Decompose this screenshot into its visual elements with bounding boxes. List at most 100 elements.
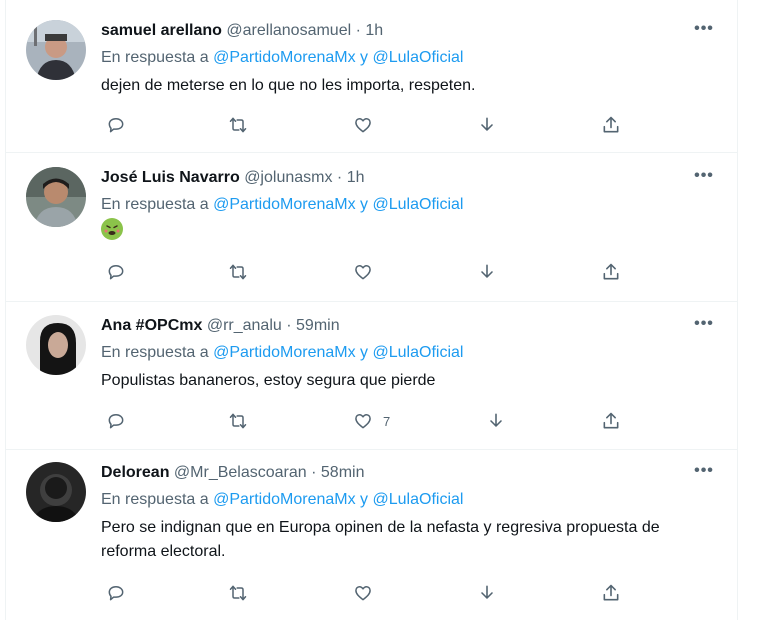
reply-button[interactable] [106, 260, 126, 284]
timestamp[interactable]: 58min [321, 464, 365, 481]
mention-link[interactable]: @PartidoMorenaMx [213, 344, 356, 361]
like-icon [355, 265, 371, 280]
share-icon [603, 584, 619, 601]
mention-link[interactable]: @PartidoMorenaMx [213, 491, 356, 508]
download-icon [481, 117, 493, 131]
tweet-text: dejen de meterse en lo que no les import… [101, 77, 476, 94]
share-button[interactable] [601, 260, 621, 284]
reply-button[interactable] [106, 581, 126, 605]
mention-link[interactable]: @PartidoMorenaMx [213, 196, 356, 213]
separator-dot: · [336, 169, 343, 186]
tweet-card[interactable]: José Luis Navarro @jolunasmx · 1h ••• En… [6, 152, 737, 302]
retweet-button[interactable] [228, 260, 248, 284]
timestamp[interactable]: 1h [365, 22, 383, 39]
mention-link[interactable]: @PartidoMorenaMx [213, 49, 356, 66]
retweet-button[interactable] [228, 581, 248, 605]
reply-icon [108, 414, 124, 429]
more-icon[interactable]: ••• [691, 460, 717, 482]
mention-link[interactable]: @LulaOficial [373, 491, 464, 508]
retweet-button[interactable] [228, 409, 248, 433]
retweet-icon [229, 264, 247, 280]
replying-to: En respuesta a @PartidoMorenaMx y @LulaO… [101, 194, 723, 216]
action-bar [101, 113, 621, 137]
avatar[interactable] [26, 315, 86, 375]
mention-link[interactable]: @LulaOficial [373, 49, 464, 66]
share-button[interactable] [601, 581, 621, 605]
timestamp[interactable]: 1h [347, 169, 365, 186]
reply-icon [108, 586, 124, 601]
replying-to-label: En respuesta a [101, 196, 209, 213]
mention-joiner: y [360, 49, 369, 66]
like-button[interactable]: 7 [353, 409, 390, 433]
retweet-icon [229, 585, 247, 601]
timestamp[interactable]: 59min [296, 317, 340, 334]
author-handle[interactable]: @arellanosamuel [226, 22, 351, 39]
replying-to-label: En respuesta a [101, 344, 209, 361]
avatar[interactable] [26, 167, 86, 227]
download-icon [490, 413, 502, 427]
tweet-header: samuel arellano @arellanosamuel · 1h ••• [101, 20, 723, 42]
reply-icon [108, 118, 124, 133]
reply-button[interactable] [106, 113, 126, 137]
share-icon [603, 116, 619, 133]
action-bar [101, 260, 621, 284]
nauseated-face-emoji [101, 218, 123, 240]
mention-link[interactable]: @LulaOficial [373, 196, 464, 213]
tweet-text: Pero se indignan que en Europa opinen de… [101, 519, 660, 560]
author-handle[interactable]: @jolunasmx [244, 169, 332, 186]
replying-to: En respuesta a @PartidoMorenaMx y @LulaO… [101, 342, 723, 364]
author-handle[interactable]: @rr_analu [207, 317, 282, 334]
tweet-header: Ana #OPCmx @rr_analu · 59min ••• [101, 315, 723, 337]
author-name[interactable]: José Luis Navarro [101, 169, 240, 186]
download-button[interactable] [477, 581, 497, 605]
more-icon[interactable]: ••• [691, 165, 717, 187]
reply-icon [108, 265, 124, 280]
author-name[interactable]: samuel arellano [101, 22, 222, 39]
reply-feed: samuel arellano @arellanosamuel · 1h •••… [5, 0, 738, 620]
tweet-text: Populistas bananeros, estoy segura que p… [101, 372, 436, 389]
share-icon [603, 412, 619, 429]
replying-to-label: En respuesta a [101, 49, 209, 66]
action-bar [101, 581, 621, 605]
retweet-button[interactable] [228, 113, 248, 137]
mention-joiner: y [360, 344, 369, 361]
author-handle[interactable]: @Mr_Belascoaran [174, 464, 307, 481]
separator-dot: · [311, 464, 317, 481]
like-icon [355, 118, 371, 133]
like-button[interactable] [353, 581, 383, 605]
like-icon [355, 586, 371, 601]
reply-button[interactable] [106, 409, 126, 433]
more-icon[interactable]: ••• [691, 18, 717, 40]
replying-to-label: En respuesta a [101, 491, 209, 508]
like-button[interactable] [353, 260, 383, 284]
replying-to: En respuesta a @PartidoMorenaMx y @LulaO… [101, 489, 723, 511]
like-button[interactable] [353, 113, 383, 137]
retweet-icon [229, 413, 247, 429]
download-button[interactable] [486, 409, 506, 433]
avatar[interactable] [26, 20, 86, 80]
more-icon[interactable]: ••• [691, 313, 717, 335]
avatar[interactable] [26, 462, 86, 522]
author-name[interactable]: Ana #OPCmx [101, 317, 202, 334]
action-bar: 7 [101, 409, 621, 433]
download-icon [481, 585, 493, 599]
author-name[interactable]: Delorean [101, 464, 169, 481]
tweet-header: Delorean @Mr_Belascoaran · 58min ••• [101, 462, 723, 484]
share-button[interactable] [601, 409, 621, 433]
download-icon [481, 264, 493, 278]
download-button[interactable] [477, 260, 497, 284]
share-button[interactable] [601, 113, 621, 137]
mention-joiner: y [360, 196, 369, 213]
tweet-card[interactable]: Delorean @Mr_Belascoaran · 58min ••• En … [6, 449, 737, 620]
separator-dot: · [286, 317, 292, 334]
replying-to: En respuesta a @PartidoMorenaMx y @LulaO… [101, 47, 723, 69]
mention-link[interactable]: @LulaOficial [373, 344, 464, 361]
download-button[interactable] [477, 113, 497, 137]
separator-dot: · [355, 22, 361, 39]
tweet-card[interactable]: samuel arellano @arellanosamuel · 1h •••… [6, 0, 737, 153]
like-count: 7 [383, 413, 391, 429]
retweet-icon [229, 117, 247, 133]
tweet-header: José Luis Navarro @jolunasmx · 1h ••• [101, 167, 723, 189]
tweet-card[interactable]: Ana #OPCmx @rr_analu · 59min ••• En resp… [6, 301, 737, 450]
share-icon [603, 263, 619, 280]
